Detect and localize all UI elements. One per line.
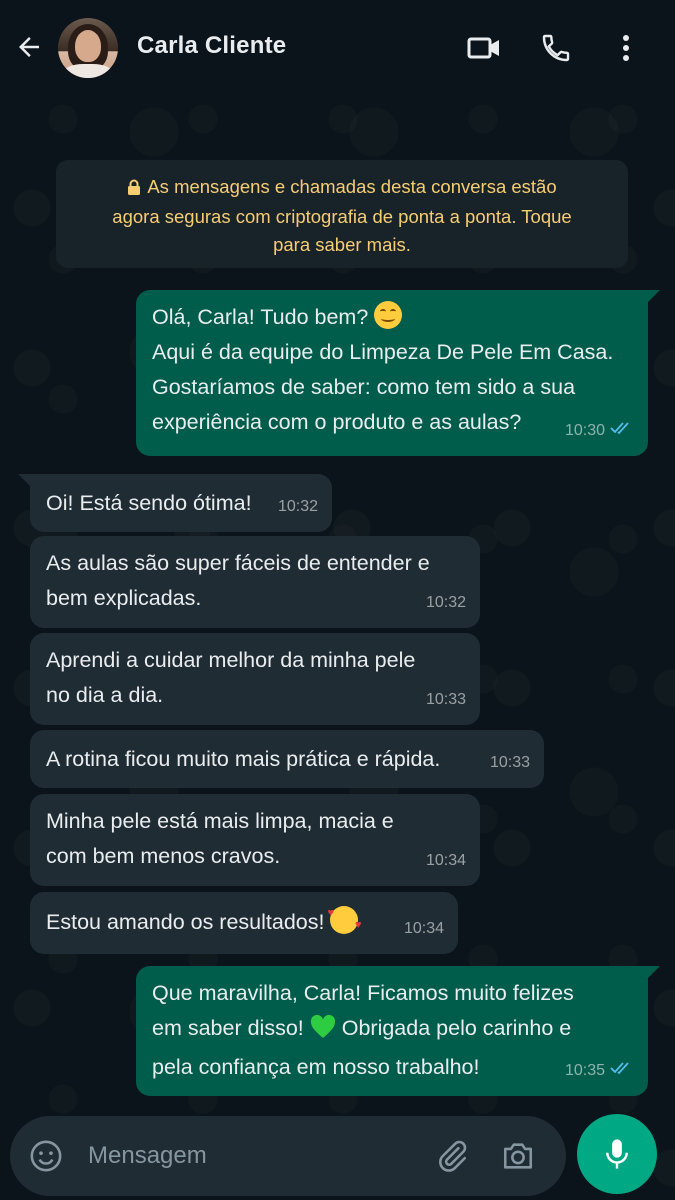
phone-icon[interactable] [536, 28, 576, 68]
notice-line: para saber mais. [273, 234, 411, 255]
message-meta: 10:32 [426, 585, 466, 620]
message-text: Minha pele está mais limpa, macia e [46, 809, 394, 833]
encryption-notice[interactable]: As mensagens e chamadas desta conversa e… [56, 160, 628, 268]
mic-icon[interactable] [577, 1114, 657, 1194]
message-text: Olá, Carla! Tudo bem? [152, 305, 369, 329]
message-text: Estou amando os resultados! [46, 910, 325, 934]
message-text: com bem menos cravos. [46, 844, 281, 868]
message-meta: 10:34 [404, 911, 444, 946]
message-incoming[interactable]: Aprendi a cuidar melhor da minha pele no… [30, 633, 480, 725]
video-call-icon[interactable] [464, 28, 504, 68]
message-meta: 10:33 [426, 682, 466, 717]
message-incoming[interactable]: Minha pele está mais limpa, macia e com … [30, 794, 480, 886]
message-time: 10:32 [277, 498, 318, 515]
message-time: 10:33 [425, 691, 466, 708]
avatar[interactable] [58, 18, 118, 78]
back-arrow-icon[interactable] [12, 30, 46, 64]
message-outgoing[interactable]: Que maravilha, Carla! Ficamos muito feli… [136, 966, 660, 1096]
chat-screen: Carla Cliente As mensagens e chamadas de… [0, 0, 675, 1200]
message-meta: 10:34 [426, 843, 466, 878]
message-text: Obrigada pelo carinho e [341, 1016, 572, 1040]
message-text: experiência com o produto e as aulas? [152, 410, 522, 434]
message-time: 10:33 [489, 754, 530, 771]
message-text: A rotina ficou muito mais prática e rápi… [46, 747, 441, 771]
message-text: pela confiança em nosso trabalho! [152, 1055, 480, 1079]
message-time: 10:30 [564, 422, 605, 439]
more-vert-icon[interactable] [606, 28, 646, 68]
message-text: Oi! Está sendo ótima! [46, 491, 252, 515]
message-time: 10:34 [403, 920, 444, 937]
message-text: As aulas são super fáceis de entender e [46, 551, 430, 575]
message-text: bem explicadas. [46, 586, 202, 610]
message-meta: 10:33 [490, 745, 530, 780]
green-heart-emoji-icon [310, 1014, 336, 1050]
emoji-icon[interactable] [26, 1136, 66, 1176]
message-time: 10:32 [425, 594, 466, 611]
message-input[interactable]: Mensagem [88, 1142, 207, 1170]
message-text: no dia a dia. [46, 683, 164, 707]
camera-icon[interactable] [498, 1136, 538, 1176]
notice-line: agora seguras com criptografia de ponta … [112, 206, 572, 227]
smile-emoji-icon [374, 301, 403, 329]
message-text: Aprendi a cuidar melhor da minha pele [46, 648, 416, 672]
message-text: Gostaríamos de saber: como tem sido a su… [152, 375, 576, 399]
read-ticks-icon [610, 413, 634, 448]
chat-header: Carla Cliente [0, 0, 675, 96]
read-ticks-icon [610, 1053, 634, 1088]
message-time: 10:34 [425, 852, 466, 869]
message-outgoing[interactable]: Olá, Carla! Tudo bem? Aqui é da equipe d… [136, 290, 660, 456]
message-time: 10:35 [564, 1062, 605, 1079]
message-incoming[interactable]: Estou amando os resultados! ♥ ♥ 10:34 [30, 892, 458, 954]
message-text: Que maravilha, Carla! Ficamos muito feli… [152, 981, 574, 1005]
notice-line: As mensagens e chamadas desta conversa e… [147, 176, 557, 197]
message-incoming[interactable]: As aulas são super fáceis de entender e … [30, 536, 480, 628]
message-incoming[interactable]: A rotina ficou muito mais prática e rápi… [30, 730, 544, 788]
message-text: Aqui é da equipe do Limpeza De Pele Em C… [152, 340, 614, 364]
contact-name[interactable]: Carla Cliente [137, 32, 286, 60]
message-incoming[interactable]: Oi! Está sendo ótima! 10:32 [18, 474, 332, 532]
message-input-bar[interactable]: Mensagem [10, 1116, 566, 1196]
attach-icon[interactable] [432, 1136, 472, 1176]
message-meta: 10:30 [565, 413, 634, 448]
message-meta: 10:35 [565, 1053, 634, 1088]
message-text: em saber disso! [152, 1016, 304, 1040]
smiling-face-with-hearts-emoji-icon: ♥ ♥ [327, 906, 361, 934]
lock-icon [127, 175, 141, 203]
message-meta: 10:32 [278, 489, 318, 524]
